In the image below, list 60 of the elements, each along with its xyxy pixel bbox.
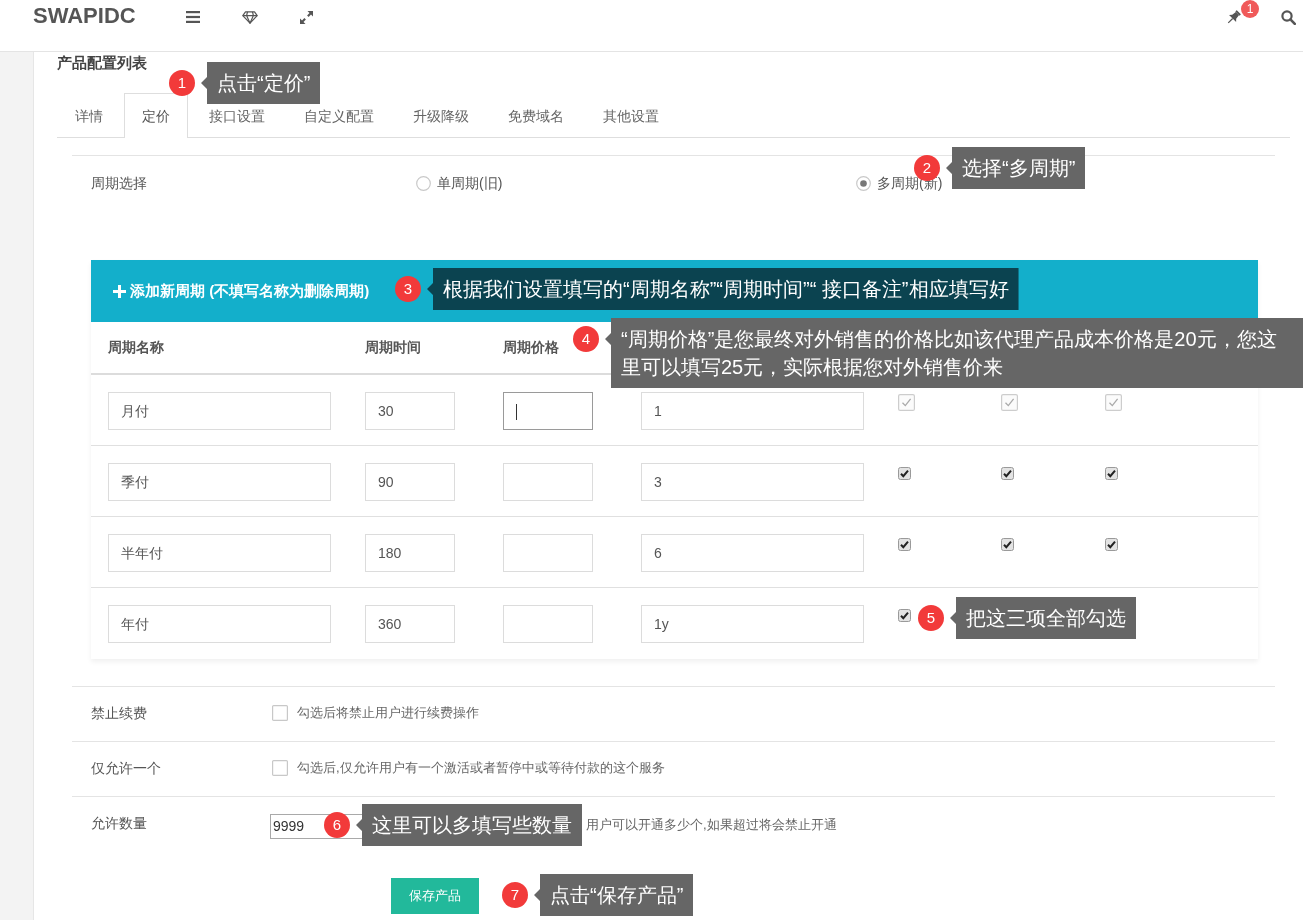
column-header: 周期价格 — [503, 338, 559, 357]
step-badge: 1 — [169, 70, 195, 96]
radio-label: 单周期(旧) — [437, 174, 503, 193]
cycle-time-input[interactable]: 30 — [365, 392, 455, 430]
callout-tooltip: 点击“定价” — [201, 62, 321, 104]
tab[interactable]: 定价 — [124, 93, 188, 138]
setting-label: 允许数量 — [91, 814, 148, 833]
checkbox[interactable] — [1105, 538, 1118, 551]
checkbox[interactable] — [272, 760, 288, 776]
plus-icon — [113, 284, 126, 298]
page-title: 产品配置列表 — [57, 53, 148, 72]
column-header: 周期时间 — [365, 338, 421, 357]
search-icon[interactable] — [1281, 10, 1296, 25]
setting-label: 禁止续费 — [91, 704, 148, 723]
tab[interactable]: 免费域名 — [490, 93, 582, 138]
column-header: 周期名称 — [108, 338, 164, 357]
notification-badge: 1 — [1241, 0, 1259, 18]
interface-note-input[interactable]: 1 — [641, 392, 864, 430]
tab[interactable]: 升级降级 — [395, 93, 487, 138]
checkbox[interactable] — [1001, 538, 1014, 551]
cycle-time-input[interactable]: 90 — [365, 463, 455, 501]
setting-hint: 勾选后将禁止用户进行续费操作 — [297, 704, 479, 722]
checkbox[interactable] — [1105, 467, 1118, 480]
interface-note-input[interactable]: 3 — [641, 463, 864, 501]
cycle-time-input[interactable]: 180 — [365, 534, 455, 572]
cycle-name-input[interactable]: 半年付 — [108, 534, 331, 572]
radio-button[interactable] — [416, 175, 431, 191]
pin-icon[interactable] — [1226, 10, 1241, 25]
diamond-icon[interactable] — [241, 11, 258, 24]
text-cursor — [516, 404, 517, 421]
cycle-name-input[interactable]: 月付 — [108, 392, 331, 430]
cycle-name-input[interactable]: 季付 — [108, 463, 331, 501]
checkbox[interactable] — [898, 609, 911, 622]
checkbox[interactable] — [1001, 467, 1014, 480]
callout-tooltip: 选择“多周期” — [946, 147, 1086, 189]
menu-icon[interactable] — [185, 11, 200, 23]
callout-tooltip: 点击“保存产品” — [534, 874, 694, 916]
interface-note-input[interactable]: 6 — [641, 534, 864, 572]
field-label: 周期选择 — [91, 174, 147, 193]
interface-note-input[interactable]: 1y — [641, 605, 864, 643]
cycle-price-input[interactable] — [503, 392, 593, 430]
step-badge: 6 — [324, 812, 350, 838]
setting-hint: 用户可以开通多少个,如果超过将会禁止开通 — [586, 816, 837, 834]
callout-tooltip: “周期价格”是您最终对外销售的价格比如该代理产品成本价格是20元，您这里可以填写25元，实际根据您对外销售价来 — [605, 318, 1303, 388]
tab[interactable]: 详情 — [57, 93, 121, 138]
app-logo: SWAPIDC — [33, 4, 136, 28]
radio-button[interactable] — [856, 175, 871, 191]
tab[interactable]: 其他设置 — [585, 93, 677, 138]
callout-tooltip: 这里可以多填写些数量 — [356, 804, 582, 846]
checkbox[interactable] — [272, 705, 288, 721]
checkbox[interactable] — [898, 538, 911, 551]
expand-icon[interactable] — [299, 11, 313, 24]
checkbox[interactable] — [898, 467, 911, 480]
cycle-time-input[interactable]: 360 — [365, 605, 455, 643]
cycle-name-input[interactable]: 年付 — [108, 605, 331, 643]
step-badge: 7 — [502, 882, 528, 908]
setting-hint: 勾选后,仅允许用户有一个激活或者暂停中或等待付款的这个服务 — [297, 759, 665, 777]
callout-tooltip: 把这三项全部勾选 — [950, 597, 1136, 639]
callout-tooltip: 根据我们设置填写的“周期名称”“周期时间”“ 接口备注”相应填写好 — [427, 268, 1019, 310]
setting-label: 仅允许一个 — [91, 759, 162, 778]
